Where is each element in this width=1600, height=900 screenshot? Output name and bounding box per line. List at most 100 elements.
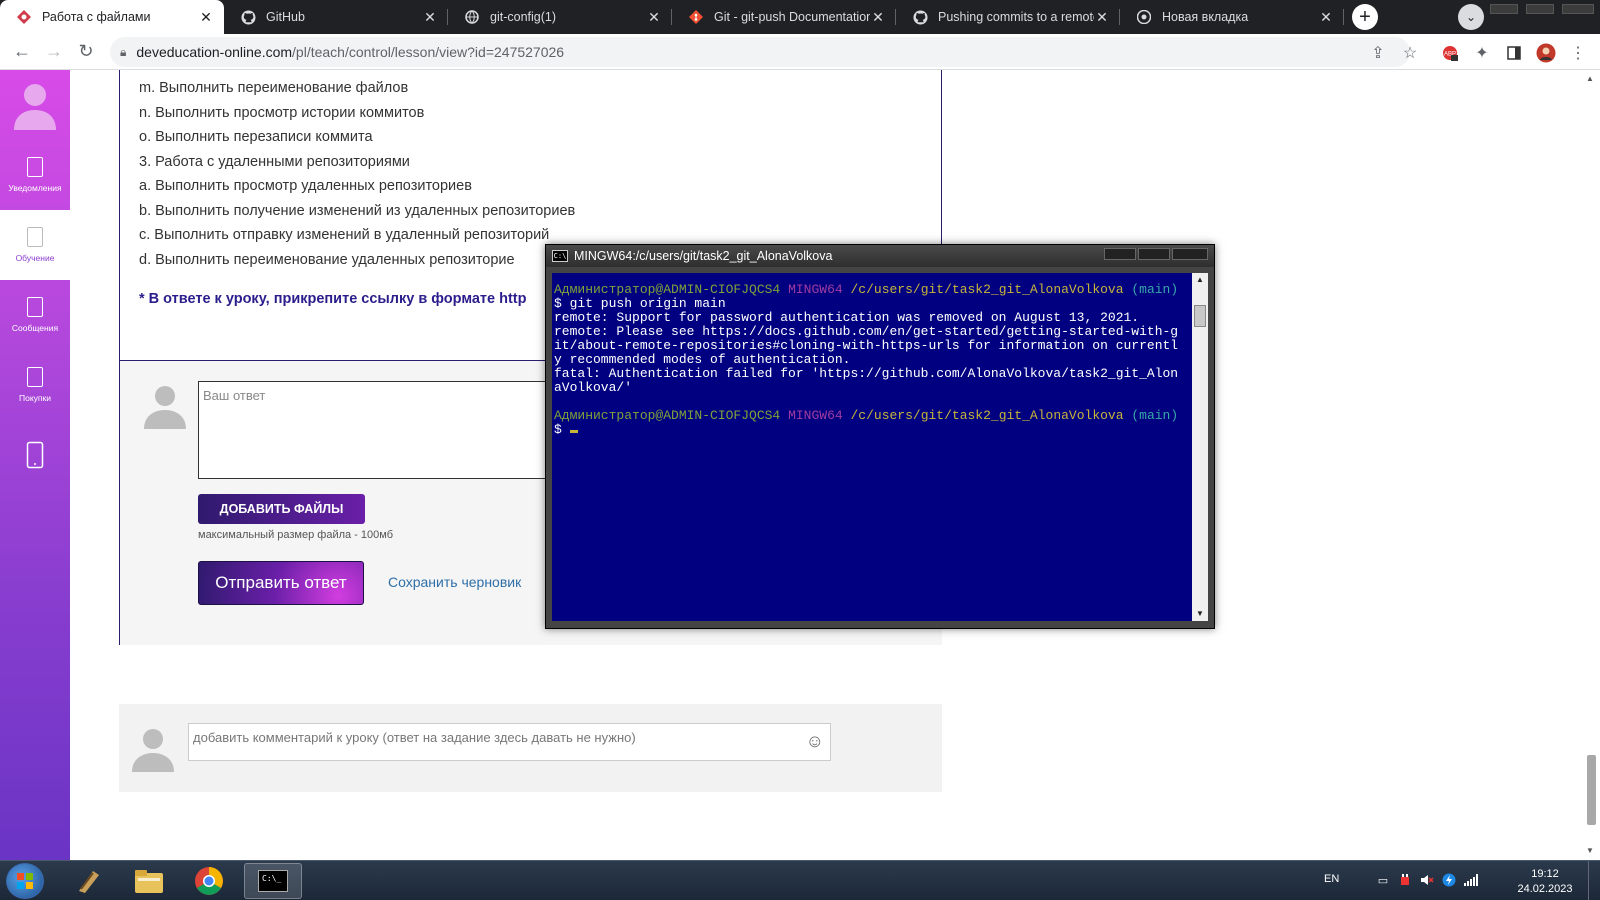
user-avatar-icon[interactable]: [12, 80, 58, 130]
purchases-icon: [27, 367, 43, 387]
task-item: d. Выполнить переименование удаленных ре…: [139, 251, 515, 268]
terminal-output-line: fatal: Authentication failed for 'https:…: [554, 366, 1179, 381]
clock-date: 24.02.2023: [1517, 883, 1573, 895]
tab-bar: Работа с файлами ✕ GitHub ✕ git-config(1…: [0, 0, 1600, 34]
task-item: o. Выполнить перезаписи коммита: [139, 129, 373, 145]
browser-menu-icon[interactable]: ⋮: [1568, 43, 1588, 63]
terminal-scrollbar[interactable]: ▲ ▼: [1192, 273, 1208, 621]
show-desktop-button[interactable]: [1588, 861, 1600, 900]
taskbar-terminal-icon[interactable]: C:\_: [244, 863, 302, 899]
terminal-output-line: it/about-remote-repositories#cloning-wit…: [554, 338, 1179, 353]
sidebar-item-purchases[interactable]: Покупки: [0, 350, 70, 420]
prompt-env: MINGW64: [788, 408, 843, 423]
sidebar-item-mobile[interactable]: [0, 420, 70, 490]
language-indicator[interactable]: EN: [1324, 873, 1339, 885]
new-tab-button[interactable]: +: [1352, 4, 1378, 30]
sidebar-item-learning[interactable]: Обучение: [0, 210, 70, 280]
emoji-smiley-icon[interactable]: ☺: [806, 731, 824, 752]
text-cursor: [569, 430, 578, 433]
tab-1[interactable]: GitHub ✕: [224, 0, 448, 34]
url-field[interactable]: 🔒︎ deveducation-online.com/pl/teach/cont…: [110, 37, 1410, 67]
scroll-up-arrow-icon[interactable]: ▲: [1196, 275, 1204, 284]
minimize-window-button[interactable]: [1490, 4, 1518, 14]
svg-text:C:\_: C:\_: [262, 874, 281, 883]
page-scrollbar[interactable]: ▲ ▼: [1582, 70, 1600, 860]
profile-avatar[interactable]: [1536, 43, 1556, 63]
url-host: deveducation-online.com: [136, 44, 293, 60]
taskbar-chrome-icon[interactable]: [180, 863, 238, 899]
forward-arrow-icon[interactable]: →: [38, 36, 70, 68]
side-panel-icon[interactable]: [1504, 43, 1524, 63]
scroll-up-arrow-icon[interactable]: ▲: [1586, 74, 1594, 83]
prompt-env: MINGW64: [788, 282, 843, 297]
terminal-output-line: y recommended modes of authentication.: [554, 352, 851, 367]
comment-input[interactable]: добавить комментарий к уроку (ответ на з…: [188, 723, 831, 761]
save-draft-link[interactable]: Сохранить черновик: [388, 574, 521, 590]
devedu-diamond-icon: [16, 9, 32, 25]
send-answer-button[interactable]: Отправить ответ: [198, 561, 364, 605]
sidebar-item-label: Сообщения: [11, 323, 59, 333]
task-item: 3. Работа с удаленными репозиториями: [139, 153, 410, 170]
answer-avatar-icon: [142, 383, 188, 429]
terminal-minimize-button[interactable]: [1104, 248, 1136, 260]
tab-0[interactable]: Работа с файлами ✕: [0, 0, 224, 34]
taskbar-git-gui-icon[interactable]: [60, 863, 118, 899]
signal-strength-icon[interactable]: [1464, 873, 1478, 887]
chrome-icon: [1136, 9, 1152, 25]
terminal-close-button[interactable]: [1172, 248, 1208, 260]
tab-3[interactable]: Git - git-push Documentation ✕: [672, 0, 896, 34]
close-tab-icon[interactable]: ✕: [646, 9, 662, 25]
comment-box: добавить комментарий к уроку (ответ на з…: [119, 704, 942, 792]
tab-title: Работа с файлами: [42, 10, 151, 24]
add-files-button[interactable]: ДОБАВИТЬ ФАЙЛЫ: [198, 494, 365, 524]
scroll-down-arrow-icon[interactable]: ▼: [1196, 609, 1204, 618]
learning-icon: [27, 227, 43, 247]
sidebar-item-label: Покупки: [19, 393, 51, 403]
bookmark-star-icon[interactable]: ☆: [1400, 43, 1420, 63]
tab-5[interactable]: Новая вкладка ✕: [1120, 0, 1344, 34]
back-arrow-icon[interactable]: ←: [6, 36, 38, 68]
prompt-branch: (main): [1131, 408, 1179, 423]
tab-title: GitHub: [266, 10, 305, 24]
scrollbar-thumb[interactable]: [1587, 755, 1596, 825]
terminal-output-line: aVolkova/': [554, 380, 633, 395]
terminal-scrollbar-thumb[interactable]: [1194, 305, 1206, 327]
address-bar: ← → ↻ 🔒︎ deveducation-online.com/pl/teac…: [0, 34, 1600, 70]
tab-2[interactable]: git-config(1) ✕: [448, 0, 672, 34]
close-tab-icon[interactable]: ✕: [198, 9, 214, 25]
windows-start-button[interactable]: [6, 863, 44, 899]
task-item: b. Выполнить получение изменений из удал…: [139, 202, 576, 219]
extensions-puzzle-icon[interactable]: ✦: [1472, 43, 1492, 63]
terminal-output[interactable]: Администратор@ADMIN-CIOFJQCS4 MINGW64 /c…: [552, 273, 1192, 621]
max-file-size-text: максимальный размер файла - 100мб: [198, 529, 393, 541]
terminal-title: MINGW64:/c/users/git/task2_git_AlonaVolk…: [574, 249, 833, 263]
adblock-extension-icon[interactable]: ABP: [1440, 43, 1460, 63]
lock-icon: 🔒︎: [120, 44, 127, 59]
taskbar-explorer-icon[interactable]: [120, 863, 178, 899]
reload-icon[interactable]: ↻: [70, 36, 102, 68]
sidebar-item-messages[interactable]: Сообщения: [0, 280, 70, 350]
close-window-button[interactable]: [1562, 4, 1594, 14]
task-item: c. Выполнить отправку изменений в удален…: [139, 227, 550, 243]
power-plug-icon[interactable]: [1398, 873, 1412, 887]
bolt-app-icon[interactable]: [1442, 873, 1456, 887]
close-tab-icon[interactable]: ✕: [422, 9, 438, 25]
comment-avatar-icon: [130, 726, 176, 772]
terminal-window[interactable]: C:\ MINGW64:/c/users/git/task2_git_Alona…: [545, 244, 1215, 629]
share-icon[interactable]: ⇪: [1368, 43, 1388, 63]
tab-4[interactable]: Pushing commits to a remote r ✕: [896, 0, 1120, 34]
scroll-down-arrow-icon[interactable]: ▼: [1586, 846, 1594, 855]
close-tab-icon[interactable]: ✕: [1318, 9, 1334, 25]
action-center-icon[interactable]: ▭: [1376, 873, 1390, 887]
maximize-window-button[interactable]: [1526, 4, 1554, 14]
terminal-maximize-button[interactable]: [1138, 248, 1170, 260]
sidebar-item-notifications[interactable]: Уведомления: [0, 140, 70, 210]
terminal-command: $ git push origin main: [554, 296, 726, 311]
volume-muted-icon[interactable]: [1420, 873, 1434, 887]
github-icon: [240, 9, 256, 25]
lesson-note: * В ответе к уроку, прикрепите ссылку в …: [139, 291, 527, 307]
taskbar-clock[interactable]: 19:12 24.02.2023: [1512, 867, 1578, 897]
close-tab-icon[interactable]: ✕: [870, 9, 886, 25]
tab-search-chevron-icon[interactable]: ⌄: [1458, 4, 1484, 30]
close-tab-icon[interactable]: ✕: [1094, 9, 1110, 25]
